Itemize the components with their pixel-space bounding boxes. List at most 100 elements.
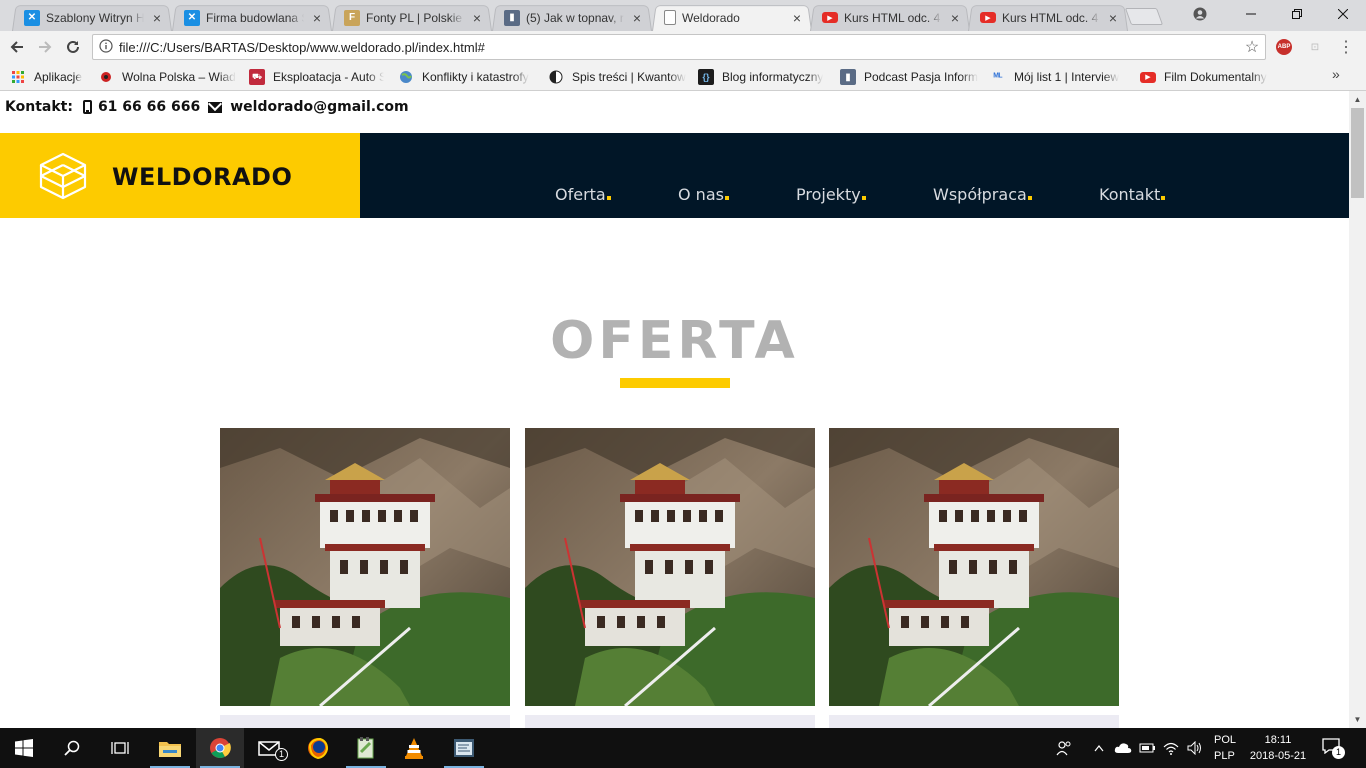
tab-kurs-html-1[interactable]: ▶ Kurs HTML odc. 4 ×	[810, 4, 970, 32]
site-header: WELDORADO Oferta O nas Projekty Współpra…	[0, 133, 1349, 218]
new-tab-button[interactable]	[1124, 8, 1164, 25]
firefox-icon[interactable]	[294, 728, 342, 768]
bookmark-spis-tresci[interactable]: Spis treści | Kwantow	[548, 68, 686, 86]
close-icon[interactable]: ×	[948, 10, 962, 26]
star-icon[interactable]: ☆	[1239, 37, 1265, 57]
nav-dot	[1161, 196, 1166, 200]
contact-email[interactable]: weldorado@gmail.com	[230, 99, 408, 115]
close-icon[interactable]: ×	[1106, 10, 1120, 26]
clock[interactable]: 18:11 2018-05-21	[1245, 732, 1311, 764]
bookmarks-bar: Aplikacje Wolna Polska – Wiad ⛟ Eksploat…	[0, 63, 1366, 91]
tab-title: Kurs HTML odc. 4	[1002, 10, 1099, 25]
youtube-icon: ▶	[980, 12, 996, 23]
tab-title: (5) Jak w topnav, ro	[526, 10, 624, 25]
close-icon[interactable]: ×	[470, 10, 484, 26]
notification-center-icon[interactable]: 1	[1322, 738, 1345, 759]
restore-button[interactable]	[1274, 0, 1320, 28]
contact-bar: Kontakt: 61 66 66 666 weldorado@gmail.co…	[5, 97, 409, 117]
nav-projekty[interactable]: Projekty	[796, 185, 866, 204]
notepad-plus-icon[interactable]	[342, 728, 390, 768]
wifi-icon[interactable]	[1160, 728, 1182, 768]
tab-weldorado[interactable]: Weldorado ×	[652, 4, 812, 32]
bookmark-blog-informatyczny[interactable]: {} Blog informatyczny	[698, 68, 833, 86]
f-logo-icon: F	[344, 9, 360, 26]
adblock-plus-icon[interactable]: ABP	[1276, 39, 1292, 55]
notification-badge: 1	[1332, 746, 1345, 759]
tab-topnav[interactable]: ▮ (5) Jak w topnav, ro ×	[492, 4, 652, 32]
vlc-icon[interactable]	[390, 728, 438, 768]
x-logo-icon: ✕	[184, 9, 200, 26]
half-circle-icon	[548, 69, 564, 85]
nav-dot	[861, 196, 866, 200]
url-text[interactable]: file:///C:/Users/BARTAS/Desktop/www.weld…	[119, 40, 1239, 55]
clock-time: 18:11	[1264, 734, 1292, 746]
forward-button[interactable]	[34, 36, 56, 58]
task-view-icon[interactable]	[96, 728, 144, 768]
offer-card[interactable]	[220, 428, 510, 728]
phone-icon	[82, 100, 92, 114]
bookmark-wolna-polska[interactable]: Wolna Polska – Wiad	[98, 68, 236, 86]
people-icon[interactable]	[1053, 728, 1075, 768]
nav-kontakt[interactable]: Kontakt	[1099, 185, 1166, 204]
wave-icon: ᴹᴸ	[993, 71, 1003, 83]
youtube-icon: ▶	[1140, 71, 1156, 83]
youtube-icon: ▶	[822, 12, 838, 23]
battery-icon[interactable]	[1136, 728, 1158, 768]
contact-phone[interactable]: 61 66 66 666	[98, 99, 200, 115]
back-button[interactable]	[6, 36, 28, 58]
bookmark-konflikty[interactable]: Konflikty i katastrofy	[398, 68, 534, 86]
bookmark-film-dokumentalny[interactable]: ▶ Film Dokumentalny	[1140, 68, 1280, 86]
tab-title: Szablony Witryn HTML	[46, 10, 144, 25]
tab-title: Weldorado	[682, 10, 740, 25]
windows-taskbar: 1 POL PLP 18:11 2018-05-21 1	[0, 728, 1366, 768]
close-icon[interactable]: ×	[150, 10, 164, 26]
bookmark-moj-list[interactable]: ᴹᴸ Mój list 1 | Interview	[990, 68, 1128, 86]
close-window-button[interactable]	[1320, 0, 1366, 28]
close-icon[interactable]: ×	[790, 10, 804, 26]
nav-dot	[606, 196, 611, 200]
nav-oferta[interactable]: Oferta	[555, 185, 611, 204]
nav-o-nas[interactable]: O nas	[678, 185, 729, 204]
mail-icon[interactable]: 1	[246, 728, 294, 768]
volume-icon[interactable]	[1184, 728, 1206, 768]
scroll-down-icon[interactable]: ▼	[1349, 711, 1366, 728]
brand-name: WELDORADO	[112, 163, 293, 191]
nav-wspolpraca[interactable]: Współpraca	[933, 185, 1032, 204]
x-logo-icon: ✕	[24, 9, 40, 26]
offer-card[interactable]	[525, 428, 815, 728]
blog-icon: {}	[698, 69, 714, 85]
editor-icon[interactable]	[440, 728, 488, 768]
scroll-up-icon[interactable]: ▲	[1349, 91, 1366, 108]
tab-firma-budowlana[interactable]: ✕ Firma budowlana Szablon ×	[172, 4, 332, 32]
bookmark-aplikacje[interactable]: Aplikacje	[10, 68, 95, 86]
tab-fonty-pl[interactable]: F Fonty PL | Polskie Fonty ×	[332, 4, 492, 32]
onedrive-icon[interactable]	[1112, 728, 1134, 768]
bookmark-eksploatacja[interactable]: ⛟ Eksploatacja - Auto S	[249, 68, 384, 86]
search-icon[interactable]	[48, 728, 96, 768]
file-explorer-icon[interactable]	[146, 728, 194, 768]
tab-kurs-html-2[interactable]: ▶ Kurs HTML odc. 4 ×	[968, 4, 1128, 32]
minimize-button[interactable]	[1228, 0, 1274, 28]
info-icon[interactable]	[93, 38, 119, 56]
tab-szablony[interactable]: ✕ Szablony Witryn HTML ×	[12, 4, 172, 32]
chrome-icon[interactable]	[196, 728, 244, 768]
close-icon[interactable]: ×	[630, 10, 644, 26]
bookmark-icon: ▮	[504, 9, 520, 26]
scroll-thumb[interactable]	[1351, 108, 1364, 198]
chrome-menu-icon[interactable]: ⋮	[1338, 37, 1354, 59]
logo-box[interactable]: WELDORADO	[0, 133, 360, 218]
apps-grid-icon	[10, 69, 26, 85]
close-icon[interactable]: ×	[310, 10, 324, 26]
bookmark-podcast[interactable]: ▮ Podcast Pasja Inform	[840, 68, 978, 86]
chevron-up-icon[interactable]	[1090, 728, 1108, 768]
bookmark-icon: ▮	[840, 69, 856, 85]
extension-icon[interactable]: ⊡	[1307, 39, 1323, 55]
language-indicator[interactable]: POL PLP	[1214, 732, 1236, 764]
more-bookmarks-button[interactable]: »	[1332, 66, 1340, 82]
reload-button[interactable]	[62, 36, 84, 58]
windows-start-icon[interactable]	[0, 728, 48, 768]
profile-icon[interactable]	[1180, 0, 1220, 28]
page-scrollbar[interactable]: ▲ ▼	[1349, 91, 1366, 728]
offer-card[interactable]	[829, 428, 1119, 728]
address-bar[interactable]: file:///C:/Users/BARTAS/Desktop/www.weld…	[92, 34, 1266, 60]
